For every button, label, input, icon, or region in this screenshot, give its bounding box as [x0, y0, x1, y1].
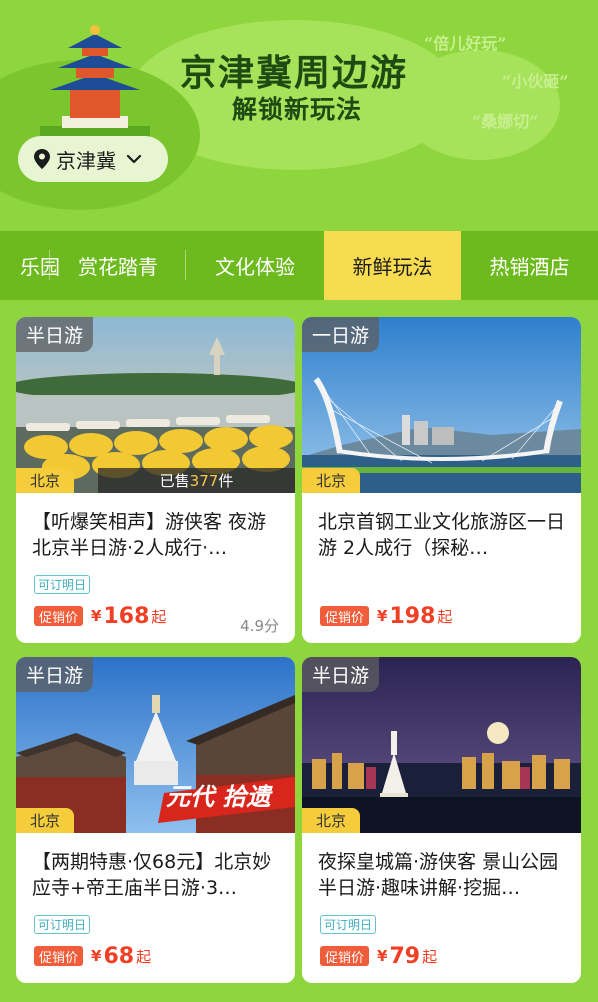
city-badge: 北京	[302, 808, 361, 833]
currency-symbol: ¥	[91, 607, 102, 625]
price-value: 68	[103, 943, 135, 969]
sold-prefix: 已售	[159, 472, 190, 490]
tour-type-badge: 半日游	[302, 657, 380, 692]
svg-text:元代 拾遗: 元代 拾遗	[166, 783, 273, 811]
product-title: 【听爆笑相声】游侠客 夜游北京半日游·2人成行·…	[32, 511, 267, 559]
price-suffix: 起	[422, 947, 438, 966]
promo-badge: 促销价	[320, 946, 370, 966]
price-row: 促销价 ¥ 168 起	[34, 603, 166, 629]
location-selector[interactable]: 京津冀	[18, 136, 168, 182]
caption-text-graphic: 元代 拾遗	[166, 783, 273, 811]
price-row: 促销价 ¥ 68 起	[34, 943, 151, 969]
price-value: 79	[389, 943, 421, 969]
city-badge: 北京	[302, 468, 361, 493]
tab-label: 赏花踏青	[78, 255, 158, 279]
price-value: 168	[103, 603, 150, 629]
price-suffix: 起	[151, 607, 167, 626]
price-suffix: 起	[136, 947, 152, 966]
book-tomorrow-badge: 可订明日	[320, 915, 377, 934]
tour-type-badge: 一日游	[302, 317, 380, 352]
product-title: 【两期特惠·仅68元】北京妙应寺+帝王庙半日游·3…	[32, 851, 272, 899]
promo-badge: 促销价	[320, 606, 370, 626]
tab-label: 文化体验	[215, 255, 295, 279]
banner-quote: “倍儿好玩”	[424, 34, 507, 53]
banner-quote: “桑娜切”	[472, 112, 539, 131]
currency-symbol: ¥	[91, 947, 102, 965]
promo-badge: 促销价	[34, 946, 84, 966]
tab-label: 热销酒店	[489, 255, 570, 279]
product-image: 半日游 北京	[302, 657, 581, 833]
product-image: 半日游 已售 377 件 北京	[16, 317, 295, 493]
tab-new-ways-to-play[interactable]: 新鲜玩法	[324, 231, 461, 300]
tab-amusement-park[interactable]: 乐园	[0, 231, 60, 300]
product-card[interactable]: 一日游 北京 北京首钢工业文化旅游区一日游 2人成行（探秘… 促销价 ¥ 198…	[302, 317, 581, 643]
rating-score: 4.9分	[240, 617, 279, 635]
banner-hill	[400, 50, 560, 160]
tour-type-badge: 半日游	[16, 317, 94, 352]
currency-symbol: ¥	[377, 607, 388, 625]
temple-of-heaven-icon	[40, 25, 150, 143]
location-pin-icon	[34, 149, 50, 169]
banner-subtitle: 解锁新玩法	[232, 95, 363, 124]
city-badge: 北京	[16, 808, 75, 833]
city-badge: 北京	[16, 468, 75, 493]
tab-label: 新鲜玩法	[352, 255, 433, 279]
currency-symbol: ¥	[377, 947, 388, 965]
product-card[interactable]: 元代 拾遗 半日游 北京 【两期特惠·仅68元】北京妙应寺+帝王庙半日游·3… …	[16, 657, 295, 983]
product-card[interactable]: 半日游 北京 夜探皇城篇·游侠客 景山公园半日游·趣味讲解·挖掘… 可订明日 促…	[302, 657, 581, 983]
product-card[interactable]: 半日游 已售 377 件 北京 【听爆笑相声】游侠客 夜游北京半日游·2人成行·… …	[16, 317, 295, 643]
tab-hot-hotels[interactable]: 热销酒店	[461, 231, 598, 300]
tab-flower-spring[interactable]: 赏花踏青	[50, 231, 186, 300]
sold-suffix: 件	[218, 472, 234, 490]
price-value: 198	[389, 603, 436, 629]
tour-type-badge: 半日游	[16, 657, 94, 692]
sold-count: 已售 377 件	[98, 468, 295, 493]
header-banner: 京津冀周边游 解锁新玩法 “倍儿好玩” “小伙砸” “桑娜切” 京津冀	[0, 0, 598, 232]
product-image: 元代 拾遗 半日游 北京	[16, 657, 295, 833]
chevron-down-icon	[126, 154, 142, 164]
price-row: 促销价 ¥ 198 起	[320, 603, 452, 629]
promo-badge: 促销价	[34, 606, 84, 626]
book-tomorrow-badge: 可订明日	[34, 575, 91, 594]
book-tomorrow-badge: 可订明日	[34, 915, 91, 934]
category-tabs: 乐园 赏花踏青 文化体验 新鲜玩法 热销酒店	[0, 231, 598, 300]
product-title: 北京首钢工业文化旅游区一日游 2人成行（探秘…	[318, 511, 566, 559]
sold-number: 377	[189, 471, 219, 490]
tab-culture-experience[interactable]: 文化体验	[186, 231, 324, 300]
banner-title: 京津冀周边游	[180, 52, 409, 94]
product-title: 夜探皇城篇·游侠客 景山公园半日游·趣味讲解·挖掘…	[318, 851, 559, 899]
location-label: 京津冀	[56, 148, 116, 173]
price-row: 促销价 ¥ 79 起	[320, 943, 437, 969]
banner-quote: “小伙砸”	[502, 72, 569, 91]
price-suffix: 起	[437, 607, 453, 626]
product-image: 一日游 北京	[302, 317, 581, 493]
